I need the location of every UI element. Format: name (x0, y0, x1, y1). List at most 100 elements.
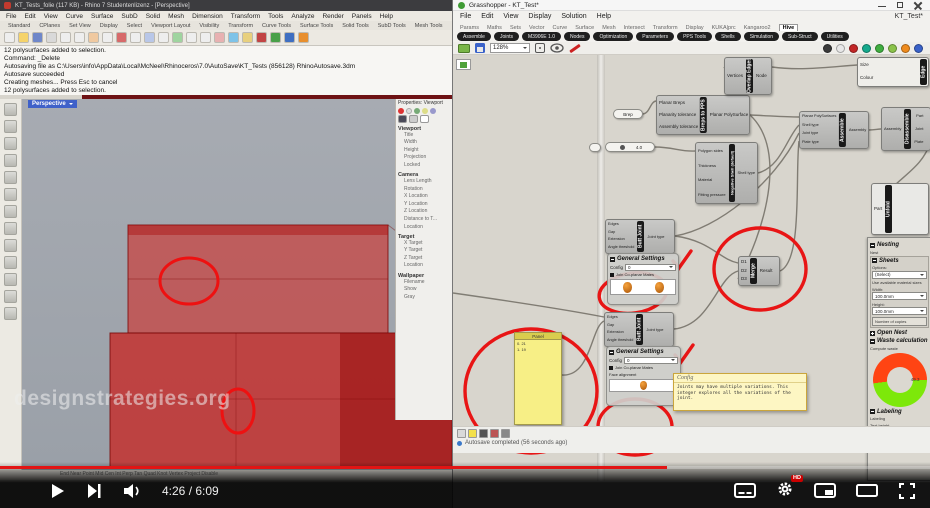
render-icon[interactable] (256, 32, 267, 43)
green-gem-icon[interactable] (875, 43, 884, 53)
select-icon[interactable] (130, 32, 141, 43)
pan-icon[interactable] (158, 32, 169, 43)
prop-field[interactable]: Show (398, 286, 450, 294)
gh-menu-display[interactable]: Display (528, 13, 551, 20)
category-pill[interactable]: Sub-Struct (782, 32, 818, 41)
red-gem-icon[interactable] (849, 43, 858, 53)
tab-select[interactable]: Select (127, 23, 142, 29)
close-icon[interactable] (914, 1, 922, 9)
gh-menu-edit[interactable]: Edit (481, 13, 493, 20)
category-pill[interactable]: Simulation (743, 32, 780, 41)
gh-menu-help[interactable]: Help (597, 13, 611, 20)
subtitles-button[interactable] (734, 483, 756, 499)
menu-help[interactable]: Help (380, 13, 393, 20)
tool-icon[interactable] (4, 137, 17, 150)
tab-solid-tools[interactable]: Solid Tools (342, 23, 369, 29)
shade-icon[interactable] (270, 32, 281, 43)
height-dropdown[interactable]: 100.0mm (872, 307, 927, 315)
gh-canvas[interactable]: Brep 4.0 Planar Breps Planarity toleranc… (453, 55, 930, 481)
print-icon[interactable] (46, 32, 57, 43)
menu-curve[interactable]: Curve (66, 13, 83, 20)
menu-panels[interactable]: Panels (352, 13, 372, 20)
zoom-extents-icon[interactable] (535, 43, 545, 53)
tab-viewport-layout[interactable]: Viewport Layout (151, 23, 190, 29)
tab-curve-tools[interactable]: Curve Tools (262, 23, 291, 29)
prop-field[interactable]: Location (398, 224, 450, 232)
tool-icon[interactable] (4, 273, 17, 286)
prop-field[interactable]: Projection (398, 154, 450, 162)
negative-shell-node[interactable]: Polygon sides Thickness Material Fitting… (695, 142, 758, 204)
config-stepper[interactable]: 0 (624, 356, 678, 364)
preview-eye-icon[interactable] (550, 43, 564, 53)
prop-field[interactable]: Lens Length (398, 178, 450, 186)
pin-icon[interactable] (409, 115, 418, 123)
gh-tab-active[interactable]: Hive (778, 24, 799, 31)
mirror-icon[interactable] (214, 32, 225, 43)
gh-panel-node[interactable]: Panel 0. 21 1. 19 (514, 332, 562, 425)
unfold-node[interactable]: Part Unfold (871, 183, 929, 235)
collapse-icon[interactable] (870, 409, 875, 414)
disassemble-node[interactable]: Assembly Disassemble Part Joint Plate (881, 107, 930, 151)
category-pill[interactable]: Assemble (457, 32, 491, 41)
panel-title[interactable]: Panel (515, 333, 561, 340)
category-pill[interactable]: PPS Tools (677, 32, 713, 41)
brep-param-node[interactable]: Brep (613, 109, 643, 119)
misc-widget-icon[interactable] (501, 429, 510, 438)
prop-field[interactable]: Z Location (398, 208, 450, 216)
menu-edit[interactable]: Edit (24, 13, 35, 20)
prop-field[interactable]: Width (398, 139, 450, 147)
material-sizes-label[interactable]: Use available material sizes (872, 280, 927, 285)
note-widget-icon[interactable] (468, 429, 477, 438)
new-file-icon[interactable] (4, 32, 15, 43)
joint-thumb-icon[interactable] (640, 380, 647, 390)
next-button[interactable] (86, 482, 102, 500)
menu-file[interactable]: File (6, 13, 16, 20)
tool-icon[interactable] (4, 239, 17, 252)
prop-field[interactable]: Distance to T... (398, 216, 450, 224)
save-icon[interactable] (475, 43, 485, 53)
menu-subd[interactable]: SubD (121, 13, 137, 20)
copies-field[interactable]: Number of copies (872, 317, 927, 326)
help-icon[interactable] (430, 107, 436, 114)
butt-joint-node-2[interactable]: Edges Gap Extension Angle threshold Butt… (604, 312, 674, 347)
prop-field[interactable]: Rotation (398, 186, 450, 194)
prop-field[interactable]: Z Target (398, 255, 450, 263)
gh-menu-solution[interactable]: Solution (561, 13, 586, 20)
slider-grip[interactable] (620, 145, 626, 150)
compute-waste-label[interactable]: Compute waste (870, 346, 929, 351)
redo-icon[interactable] (116, 32, 127, 43)
minimize-icon[interactable] (878, 1, 886, 9)
tool-icon[interactable] (4, 205, 17, 218)
category-pill[interactable]: Optimization (593, 32, 634, 41)
tool-icon[interactable] (4, 307, 17, 320)
options-dropdown[interactable]: (Select) (872, 270, 927, 279)
open-file-icon[interactable] (458, 43, 470, 53)
paste-icon[interactable] (88, 32, 99, 43)
page-icon[interactable] (420, 115, 429, 123)
gh-menu-file[interactable]: File (460, 13, 471, 20)
menu-solid[interactable]: Solid (146, 13, 160, 20)
tab-subd-tools[interactable]: SubD Tools (378, 23, 406, 29)
joint-thumb-icon[interactable] (654, 281, 664, 293)
collapse-icon[interactable] (872, 258, 877, 263)
menu-mesh[interactable]: Mesh (168, 13, 184, 20)
collapse-icon[interactable] (609, 349, 614, 355)
blue-sphere-icon[interactable] (914, 43, 923, 53)
tool-icon[interactable] (4, 154, 17, 167)
prop-field[interactable]: X Location (398, 193, 450, 201)
general-settings-group-1[interactable]: General Settings Config 0 Join Co-planar… (607, 253, 679, 305)
settings-button[interactable]: HD (776, 474, 803, 503)
tool-icon[interactable] (4, 120, 17, 133)
rhino-command-history[interactable]: 12 polysurfaces added to selection. Comm… (0, 45, 452, 95)
lime-sphere-icon[interactable] (888, 43, 897, 53)
save-icon[interactable] (32, 32, 43, 43)
menu-render[interactable]: Render (322, 13, 343, 20)
prop-field[interactable]: X Target (398, 240, 450, 248)
checkbox-icon[interactable] (610, 272, 614, 277)
width-dropdown[interactable]: 100.0mm (872, 292, 927, 300)
prop-field[interactable]: Location (398, 262, 450, 270)
joint-thumb-icon[interactable] (622, 281, 632, 293)
material-props-icon[interactable] (406, 107, 412, 114)
bird-widget-icon[interactable] (479, 429, 488, 438)
object-props-icon[interactable] (398, 107, 404, 114)
